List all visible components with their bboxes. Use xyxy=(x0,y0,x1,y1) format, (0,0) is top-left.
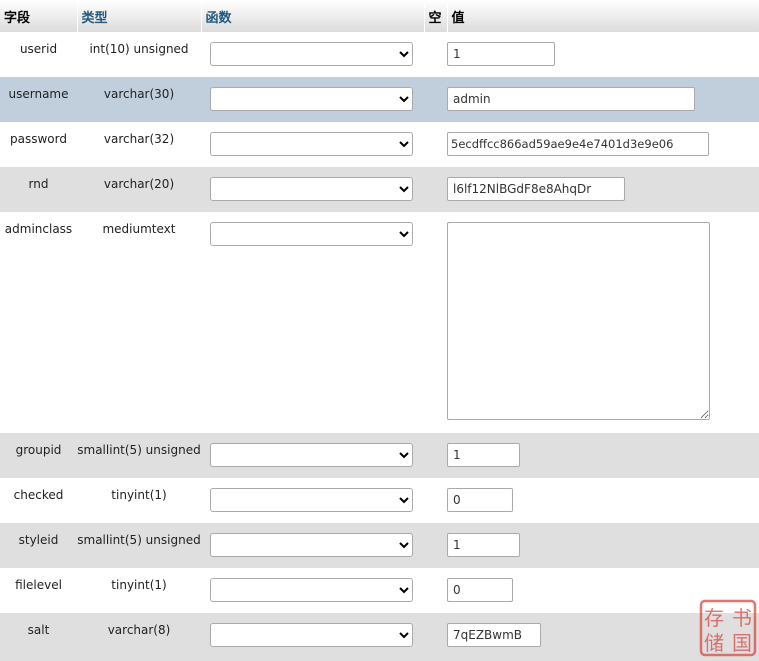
header-value: 值 xyxy=(447,0,759,32)
table-row: salt varchar(8) xyxy=(0,613,759,661)
field-name: styleid xyxy=(0,523,77,568)
field-type: varchar(20) xyxy=(77,167,201,212)
value-input[interactable] xyxy=(447,42,555,66)
null-cell xyxy=(424,523,447,568)
field-type: smallint(5) unsigned xyxy=(77,523,201,568)
field-name: rnd xyxy=(0,167,77,212)
null-cell xyxy=(424,568,447,613)
null-cell xyxy=(424,32,447,77)
field-name: groupid xyxy=(0,433,77,478)
field-type: varchar(8) xyxy=(77,613,201,661)
header-type[interactable]: 类型 xyxy=(77,0,202,32)
table-row: checked tinyint(1) xyxy=(0,478,759,523)
svg-text:储: 储 xyxy=(704,631,724,655)
function-select[interactable] xyxy=(210,443,413,467)
value-input[interactable] xyxy=(447,488,513,512)
field-name: password xyxy=(0,122,77,167)
field-name: salt xyxy=(0,613,77,661)
null-cell xyxy=(424,167,447,212)
field-type: varchar(30) xyxy=(77,77,201,122)
table-row: filelevel tinyint(1) xyxy=(0,568,759,613)
table-row: adminclass mediumtext xyxy=(0,212,759,433)
function-select[interactable] xyxy=(210,87,413,111)
field-type: mediumtext xyxy=(77,212,201,433)
field-type: tinyint(1) xyxy=(77,478,201,523)
value-textarea[interactable] xyxy=(447,222,710,420)
value-input[interactable] xyxy=(447,87,695,111)
function-select[interactable] xyxy=(210,488,413,512)
field-name: username xyxy=(0,77,77,122)
value-input[interactable] xyxy=(447,578,513,602)
svg-text:国: 国 xyxy=(732,631,752,655)
header-row: 字段 类型 函数 空 值 xyxy=(0,0,759,32)
value-input[interactable] xyxy=(447,132,709,156)
field-type: smallint(5) unsigned xyxy=(77,433,201,478)
field-name: adminclass xyxy=(0,212,77,433)
svg-text:书: 书 xyxy=(732,606,752,630)
function-select[interactable] xyxy=(210,132,413,156)
seal-stamp-icon: 存 书 储 国 xyxy=(699,599,757,657)
function-select[interactable] xyxy=(210,623,413,647)
table-row: rnd varchar(20) xyxy=(0,167,759,212)
insert-row-form: 字段 类型 函数 空 值 userid int(10) unsigned use… xyxy=(0,0,759,661)
function-select[interactable] xyxy=(210,177,413,201)
null-cell xyxy=(424,212,447,433)
header-field: 字段 xyxy=(0,0,78,32)
field-name: checked xyxy=(0,478,77,523)
header-null: 空 xyxy=(424,0,448,32)
header-function[interactable]: 函数 xyxy=(201,0,425,32)
value-input[interactable] xyxy=(447,533,520,557)
field-type: varchar(32) xyxy=(77,122,201,167)
value-input[interactable] xyxy=(447,443,520,467)
table-row: groupid smallint(5) unsigned xyxy=(0,433,759,478)
value-input[interactable] xyxy=(447,623,541,647)
table-row: password varchar(32) xyxy=(0,122,759,167)
value-input[interactable] xyxy=(447,177,625,201)
field-name: filelevel xyxy=(0,568,77,613)
null-cell xyxy=(424,433,447,478)
table-row: styleid smallint(5) unsigned xyxy=(0,523,759,568)
null-cell xyxy=(424,122,447,167)
field-type: int(10) unsigned xyxy=(77,32,201,77)
function-select[interactable] xyxy=(210,222,413,246)
null-cell xyxy=(424,613,447,661)
function-select[interactable] xyxy=(210,533,413,557)
table-row: username varchar(30) xyxy=(0,77,759,122)
null-cell xyxy=(424,77,447,122)
field-type: tinyint(1) xyxy=(77,568,201,613)
function-select[interactable] xyxy=(210,578,413,602)
svg-text:存: 存 xyxy=(704,606,724,630)
table-row: userid int(10) unsigned xyxy=(0,32,759,77)
null-cell xyxy=(424,478,447,523)
field-name: userid xyxy=(0,32,77,77)
function-select[interactable] xyxy=(210,42,413,66)
